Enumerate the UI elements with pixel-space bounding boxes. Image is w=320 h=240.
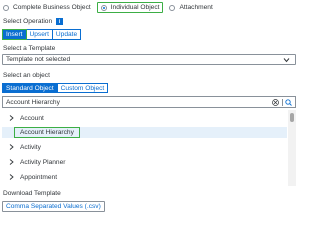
list-item[interactable]: Account (2, 113, 287, 124)
operation-segmented-control: Insert Upsert Update (2, 29, 82, 40)
list-scrollbar[interactable] (288, 110, 296, 186)
radio-circle-icon[interactable] (169, 4, 176, 11)
radio-label: Individual Object (110, 4, 160, 11)
select-operation-label: Select Operation (3, 18, 53, 25)
radio-circle-icon[interactable] (3, 4, 9, 11)
object-search-value: Account Hierarchy (6, 98, 60, 106)
radio-complete-business-object[interactable]: Complete Business Object (3, 2, 91, 13)
chevron-right-icon[interactable] (9, 159, 14, 165)
list-item-label: Appointment (20, 174, 58, 181)
info-icon[interactable]: i (56, 18, 64, 25)
update-button[interactable]: Update (52, 29, 82, 40)
chevron-right-icon[interactable] (9, 174, 14, 180)
radio-label: Attachment (179, 4, 213, 11)
search-divider (282, 99, 283, 106)
radio-individual-object[interactable]: Individual Object (96, 2, 164, 13)
radio-attachment[interactable]: Attachment (169, 2, 213, 13)
chevron-right-icon[interactable] (9, 115, 14, 121)
tab-custom-object[interactable]: Custom Object (57, 83, 109, 93)
list-item-selected[interactable]: Account Hierarchy (2, 127, 287, 138)
list-item[interactable]: Activity (2, 142, 287, 153)
list-item[interactable]: Appointment (2, 172, 287, 183)
object-label: Select an object (3, 72, 50, 79)
tab-standard-object[interactable]: Standard Object (2, 83, 58, 93)
select-operation-label-row: Select Operation i (3, 18, 64, 25)
upsert-button[interactable]: Upsert (26, 29, 53, 40)
list-item-label: Account (20, 115, 44, 122)
list-item-label: Activity Planner (20, 159, 66, 166)
chevron-right-icon[interactable] (9, 144, 14, 150)
operation-mode-radio-group: Complete Business Object Individual Obje… (3, 2, 213, 13)
radio-circle-icon[interactable] (100, 4, 107, 11)
template-select-value: Template not selected (6, 56, 71, 63)
scrollbar-thumb[interactable] (290, 113, 294, 122)
template-label: Select a Template (3, 45, 56, 52)
radio-label: Complete Business Object (13, 4, 91, 11)
object-type-tabs: Standard Object Custom Object (2, 83, 109, 93)
insert-button[interactable]: Insert (2, 29, 27, 40)
download-template-label: Download Template (3, 190, 61, 197)
clear-icon[interactable] (272, 99, 279, 106)
object-search-input[interactable]: Account Hierarchy (2, 96, 296, 108)
download-csv-button[interactable]: Comma Separated Values (.csv) (2, 201, 105, 212)
chevron-down-icon[interactable] (283, 57, 290, 63)
template-select[interactable]: Template not selected (2, 54, 296, 65)
list-item-label: Activity (20, 144, 41, 151)
object-list: Account Account Hierarchy Activity Activ… (2, 110, 296, 186)
list-item-label: Account Hierarchy (14, 127, 80, 138)
search-icon[interactable] (285, 99, 292, 106)
list-item[interactable]: Activity Planner (2, 157, 287, 168)
